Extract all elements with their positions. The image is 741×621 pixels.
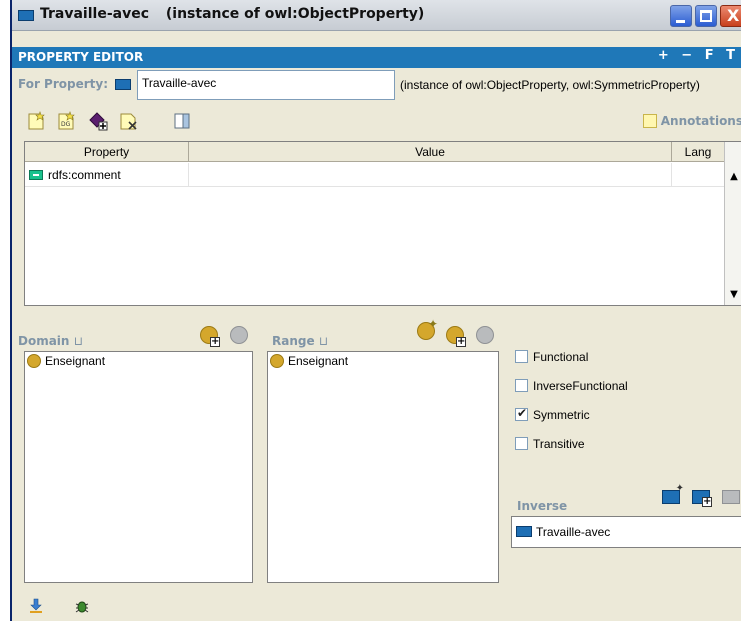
object-property-icon: [18, 10, 34, 21]
checkbox-box[interactable]: [515, 350, 528, 363]
inverse-property-name: Travaille-avec: [536, 525, 611, 539]
create-range-class-icon[interactable]: ✦: [417, 317, 438, 340]
checkbox-box[interactable]: [515, 379, 528, 392]
scroll-up-icon[interactable]: ▲: [727, 170, 741, 184]
for-property-row: For Property: Travaille-avec (instance o…: [12, 70, 741, 100]
range-label-text: Range: [272, 334, 315, 348]
create-datatype-annotation-icon[interactable]: DG: [56, 111, 76, 131]
object-property-icon: [516, 526, 532, 537]
table-cell-value[interactable]: [189, 163, 672, 187]
checkbox-label: Transitive: [533, 437, 585, 451]
star-icon: ✦: [427, 317, 438, 331]
symmetric-checkbox[interactable]: Symmetric: [515, 406, 590, 424]
list-item[interactable]: Enseignant: [25, 352, 252, 370]
close-button[interactable]: X: [720, 5, 741, 27]
vertical-scrollbar[interactable]: ▲ ▼: [724, 142, 741, 305]
bug-icon[interactable]: [74, 598, 90, 614]
annotations-button[interactable]: Annotations: [642, 114, 741, 128]
checkbox-label: Symmetric: [533, 408, 590, 422]
checkbox-box[interactable]: [515, 437, 528, 450]
property-name-field[interactable]: Travaille-avec: [137, 70, 395, 100]
annotations-label: Annotations: [660, 114, 741, 128]
maximize-icon: [700, 10, 712, 22]
editor-header-label: PROPERTY EDITOR: [18, 50, 144, 64]
inverse-functional-checkbox[interactable]: InverseFunctional: [515, 379, 628, 395]
domain-label: Domain ⊔: [18, 334, 83, 348]
list-item[interactable]: Travaille-avec: [512, 517, 741, 539]
maximize-button[interactable]: [695, 5, 717, 27]
range-expand-icon[interactable]: ⊔: [319, 334, 328, 348]
annotation-property-icon: [29, 170, 43, 180]
create-inverse-property-icon[interactable]: ✦: [662, 483, 684, 504]
class-icon: [270, 354, 284, 368]
annotations-table: Property Value Lang rdfs:comment ▲ ▼: [24, 141, 741, 306]
window-title-suffix: (instance of owl:ObjectProperty): [165, 6, 425, 22]
minimize-button[interactable]: [670, 5, 692, 27]
domain-expand-icon[interactable]: ⊔: [74, 334, 83, 348]
create-annotation-icon[interactable]: [26, 111, 46, 131]
header-tools[interactable]: + − F T: [658, 48, 739, 63]
title-bar[interactable]: Travaille-avec (instance of owl:ObjectPr…: [12, 0, 741, 31]
table-cell-lang[interactable]: [672, 163, 725, 187]
table-row[interactable]: rdfs:comment: [25, 163, 725, 187]
table-cell-property[interactable]: rdfs:comment: [25, 163, 189, 187]
download-icon[interactable]: [28, 598, 44, 614]
list-item[interactable]: Enseignant: [268, 352, 498, 370]
functional-checkbox[interactable]: Functional: [515, 350, 588, 366]
remove-range-class-icon[interactable]: [476, 326, 494, 344]
minimize-icon: [676, 20, 685, 23]
transitive-checkbox[interactable]: Transitive: [515, 437, 585, 453]
add-instance-icon[interactable]: [88, 111, 108, 131]
column-header-value[interactable]: Value: [189, 142, 672, 162]
property-types-text: (instance of owl:ObjectProperty, owl:Sym…: [400, 78, 700, 92]
checkbox-box[interactable]: [515, 406, 528, 421]
annotation-note-icon: [642, 114, 657, 128]
window-title-name: Travaille-avec: [40, 6, 150, 22]
annotation-property-name: rdfs:comment: [48, 168, 121, 182]
domain-label-text: Domain: [18, 334, 70, 348]
annotations-toolbar: DG Annotations: [12, 111, 741, 135]
for-property-label: For Property:: [18, 77, 109, 91]
inverse-list[interactable]: Travaille-avec: [511, 516, 741, 548]
window-title: Travaille-avec (instance of owl:ObjectPr…: [40, 6, 424, 22]
add-domain-class-icon[interactable]: +: [200, 326, 220, 347]
plus-icon: +: [702, 496, 712, 507]
close-icon: X: [727, 6, 740, 25]
star-icon: ✦: [675, 483, 684, 494]
inverse-label: Inverse: [517, 499, 568, 513]
remove-inverse-property-icon[interactable]: [722, 490, 740, 504]
domain-list[interactable]: Enseignant: [24, 351, 253, 583]
toggle-panel-icon[interactable]: [172, 111, 192, 131]
editor-header: PROPERTY EDITOR + − F T: [12, 47, 741, 68]
domain-class-name: Enseignant: [45, 354, 106, 368]
remove-domain-class-icon[interactable]: [230, 326, 248, 344]
column-header-lang[interactable]: Lang: [672, 142, 725, 162]
add-inverse-property-icon[interactable]: +: [692, 490, 712, 507]
table-header: Property Value Lang: [25, 142, 725, 162]
range-list[interactable]: Enseignant: [267, 351, 499, 583]
svg-text:DG: DG: [61, 121, 71, 128]
plus-icon: +: [210, 336, 220, 347]
scroll-down-icon[interactable]: ▼: [727, 288, 741, 302]
delete-annotation-icon[interactable]: [118, 111, 138, 131]
plus-icon: +: [456, 336, 466, 347]
checkbox-label: InverseFunctional: [533, 379, 628, 393]
range-class-name: Enseignant: [288, 354, 349, 368]
property-editor-window: Travaille-avec (instance of owl:ObjectPr…: [10, 0, 741, 621]
column-header-property[interactable]: Property: [25, 142, 189, 162]
class-icon: [27, 354, 41, 368]
add-range-class-icon[interactable]: +: [446, 326, 466, 347]
checkbox-label: Functional: [533, 350, 589, 364]
object-property-icon: [115, 79, 131, 90]
range-label: Range ⊔: [272, 334, 328, 348]
